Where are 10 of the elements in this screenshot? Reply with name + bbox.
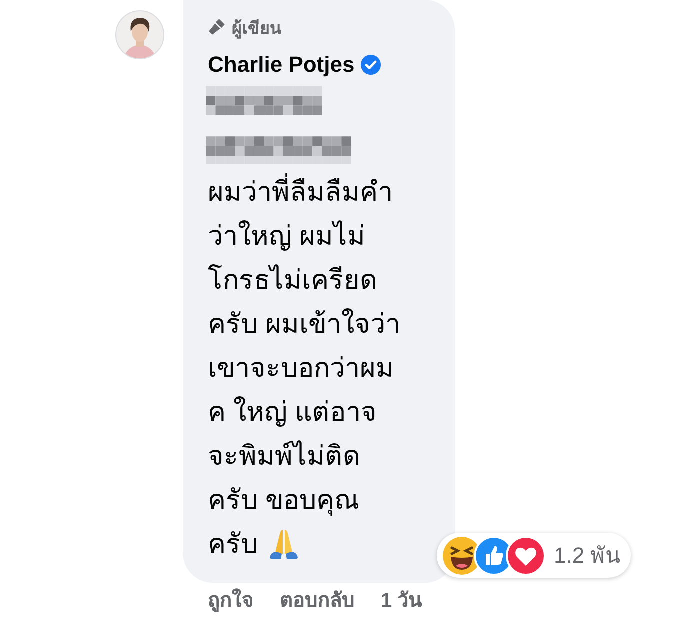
comment-text: ผมว่าพี่ลืมลืมคำ ว่าใหญ่ ผมไม่ โกรธไม่เครียด ครับ ผมเข้าใจว่า เขาจะบอกว่าผม ค ใหญ่ แต่อาจ จะพิมพ์ไม่ติด ครับ ขอบคุณ: [208, 170, 435, 522]
microphone-icon: [208, 18, 226, 36]
action-link[interactable]: ถูกใจ: [208, 587, 254, 615]
praying-hands-icon: [268, 528, 300, 560]
comment-text: ครับ: [208, 528, 258, 561]
author-name[interactable]: Charlie Potjes: [208, 52, 355, 78]
timestamp: 1 วัน: [381, 589, 423, 614]
reactions-pill[interactable]: 1.2 พัน: [437, 533, 631, 578]
action-link[interactable]: ตอบกลับ: [280, 587, 355, 615]
author-label: ผู้เขียน: [232, 18, 282, 40]
